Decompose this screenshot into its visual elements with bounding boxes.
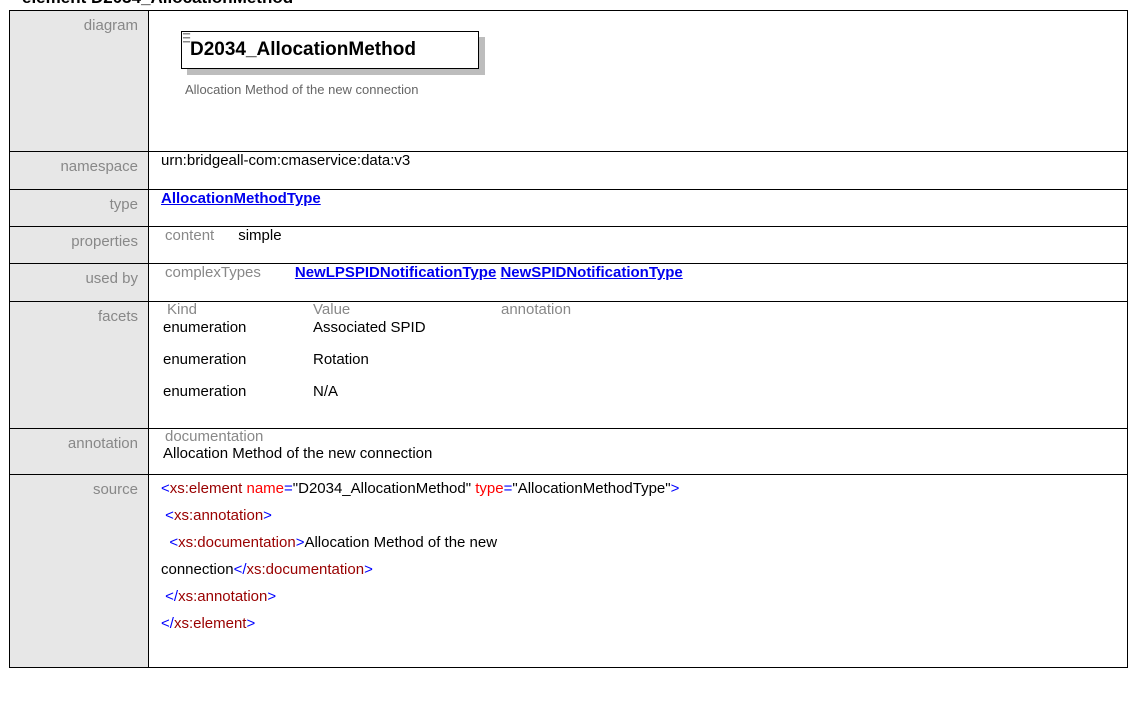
row-source: source <xs:element name="D2034_Allocatio… bbox=[9, 474, 1128, 668]
facet-row: enumeration Associated SPID bbox=[161, 318, 1127, 338]
used-by-cell: complexTypes NewLPSPIDNotificationType Ne… bbox=[148, 263, 1128, 302]
source-line: <xs:annotation> bbox=[165, 507, 272, 524]
label-diagram: diagram bbox=[9, 10, 149, 152]
label-properties: properties bbox=[9, 226, 149, 264]
row-diagram: diagram ─ ─ ─ D2034_AllocationMethod Alloc… bbox=[9, 10, 1128, 152]
row-annotation: annotation documentation Allocation Meth… bbox=[9, 428, 1128, 475]
label-source: source bbox=[9, 474, 149, 668]
source-line: <xs:documentation>Allocation Method of t… bbox=[169, 534, 498, 551]
element-doc-table: diagram ─ ─ ─ D2034_AllocationMethod Alloc… bbox=[9, 10, 1128, 668]
diagram-documentation: Allocation Method of the new connection bbox=[185, 82, 419, 97]
facet-value: Associated SPID bbox=[313, 319, 426, 336]
label-annotation: annotation bbox=[9, 428, 149, 475]
facet-row: enumeration Rotation bbox=[161, 350, 1127, 370]
annotation-text: Allocation Method of the new connection bbox=[163, 445, 433, 462]
facet-row: enumeration N/A bbox=[161, 382, 1127, 402]
row-namespace: namespace urn:bridgeall-com:cmaservice:d… bbox=[9, 151, 1128, 190]
type-link[interactable]: AllocationMethodType bbox=[161, 190, 321, 207]
label-facets: facets bbox=[9, 301, 149, 429]
annotation-cell: documentation Allocation Method of the n… bbox=[148, 428, 1128, 475]
namespace-value: urn:bridgeall-com:cmaservice:data:v3 bbox=[148, 151, 1128, 190]
annotation-key: documentation bbox=[165, 428, 264, 445]
properties-value: simple bbox=[238, 227, 282, 244]
used-by-key: complexTypes bbox=[165, 264, 261, 281]
facets-cell: Kind Value annotation enumeration Associ… bbox=[148, 301, 1128, 429]
page-heading: element D2034_AllocationMethod bbox=[22, 0, 293, 8]
label-namespace: namespace bbox=[9, 151, 149, 190]
facet-kind: enumeration bbox=[163, 351, 247, 368]
source-code: <xs:element name="D2034_AllocationMethod… bbox=[148, 474, 1128, 668]
facets-header: Kind Value annotation bbox=[161, 302, 1127, 318]
facets-col-annotation: annotation bbox=[501, 301, 572, 318]
diagram-element-title: D2034_AllocationMethod bbox=[190, 39, 416, 60]
row-type: type AllocationMethodType bbox=[9, 189, 1128, 227]
properties-cell: content simple bbox=[148, 226, 1128, 264]
facet-value: Rotation bbox=[313, 351, 369, 368]
used-by-link[interactable]: NewSPIDNotificationType bbox=[500, 264, 682, 281]
element-diagram: ─ ─ ─ D2034_AllocationMethod Allocation Me… bbox=[181, 29, 491, 121]
used-by-link[interactable]: NewLPSPIDNotificationType bbox=[295, 264, 496, 281]
diagram-element-box: ─ ─ ─ D2034_AllocationMethod bbox=[181, 29, 479, 69]
diagram-cell: ─ ─ ─ D2034_AllocationMethod Allocation Me… bbox=[148, 10, 1128, 152]
label-used-by: used by bbox=[9, 263, 149, 302]
facet-value: N/A bbox=[313, 383, 339, 400]
facets-col-kind: Kind bbox=[167, 301, 198, 318]
source-line: connection</xs:documentation> bbox=[161, 561, 373, 578]
row-properties: properties content simple bbox=[9, 226, 1128, 264]
row-used-by: used by complexTypes NewLPSPIDNotificatio… bbox=[9, 263, 1128, 302]
element-lines-icon: ─ ─ ─ bbox=[183, 29, 191, 48]
facet-kind: enumeration bbox=[163, 383, 247, 400]
properties-key: content bbox=[165, 227, 215, 244]
facets-col-value: Value bbox=[313, 301, 351, 318]
source-line: <xs:element name="D2034_AllocationMethod… bbox=[161, 480, 680, 497]
label-type: type bbox=[9, 189, 149, 227]
type-cell: AllocationMethodType bbox=[148, 189, 1128, 227]
facet-kind: enumeration bbox=[163, 319, 247, 336]
source-line: </xs:annotation> bbox=[165, 588, 277, 605]
source-line: </xs:element> bbox=[161, 615, 256, 632]
row-facets: facets Kind Value annotation enumeration… bbox=[9, 301, 1128, 429]
